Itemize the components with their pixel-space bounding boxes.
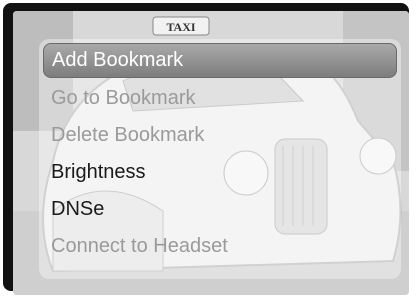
menu-item-delete-bookmark[interactable]: Delete Bookmark	[39, 117, 401, 154]
menu-item-go-to-bookmark[interactable]: Go to Bookmark	[39, 80, 401, 117]
options-menu: Add Bookmark Go to Bookmark Delete Bookm…	[39, 41, 401, 265]
menu-item-dnse[interactable]: DNSe	[39, 191, 401, 228]
device-frame: TAXI Add Bookmark Go to Bookmark Delete …	[3, 3, 409, 295]
menu-item-brightness[interactable]: Brightness	[39, 154, 401, 191]
taxi-sign-text: TAXI	[166, 20, 195, 34]
menu-item-add-bookmark[interactable]: Add Bookmark	[43, 43, 397, 78]
screen: TAXI Add Bookmark Go to Bookmark Delete …	[13, 11, 409, 295]
menu-item-connect-to-headset[interactable]: Connect to Headset	[39, 228, 401, 265]
